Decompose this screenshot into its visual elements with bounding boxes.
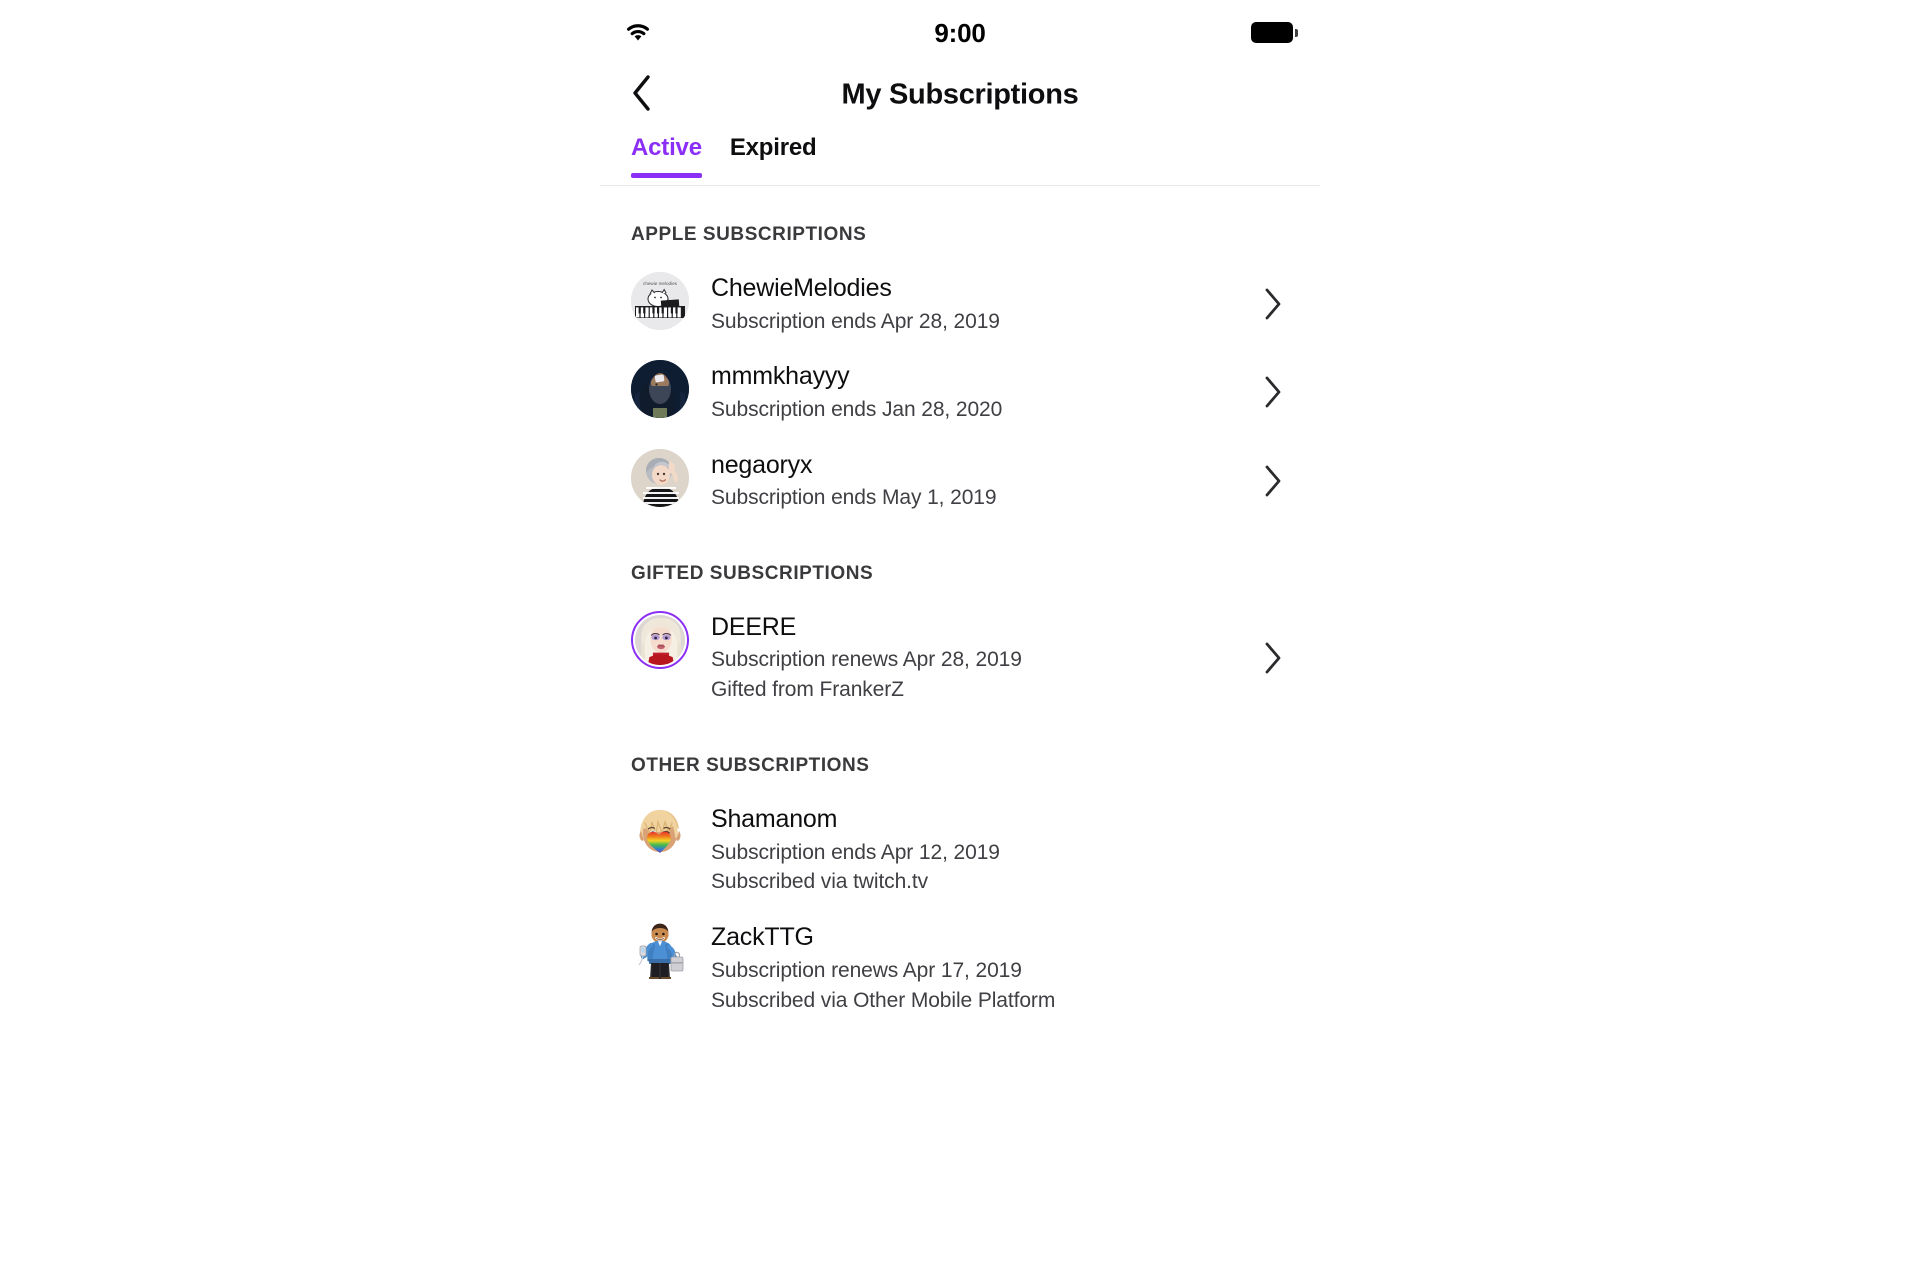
subscription-source: Subscribed via Other Mobile Platform xyxy=(711,988,1056,1012)
subscription-row[interactable]: mmmkhayyy Subscription ends Jan 28, 2020 xyxy=(600,348,1320,436)
subscription-source: Subscribed via twitch.tv xyxy=(711,870,929,894)
avatar xyxy=(631,803,689,861)
chevron-right-icon[interactable] xyxy=(1260,374,1286,410)
subscription-row: ZackTTG Subscription renews Apr 17, 2019… xyxy=(600,909,1320,1027)
subscription-info: ChewieMelodies Subscription ends Apr 28,… xyxy=(711,272,1250,336)
status-time: 9:00 xyxy=(934,18,986,48)
section-header-apple: APPLE SUBSCRIPTIONS xyxy=(631,224,867,245)
avatar xyxy=(631,921,689,980)
channel-name: ZackTTG xyxy=(711,923,814,952)
svg-text:chewie melodies: chewie melodies xyxy=(643,281,678,286)
tab-active[interactable]: Active xyxy=(631,128,702,178)
app-screen: 9:00 My Subscriptions Active Expired APP… xyxy=(600,0,1320,1280)
chevron-right-icon[interactable] xyxy=(1260,286,1286,322)
subscription-status: Subscription ends Jan 28, 2020 xyxy=(711,397,1003,421)
avatar xyxy=(631,360,689,419)
avatar: chewie melodies xyxy=(631,272,689,330)
chevron-right-icon[interactable] xyxy=(1260,640,1286,676)
subscription-info: DEERE Subscription renews Apr 28, 2019 G… xyxy=(711,611,1250,705)
page-title: My Subscriptions xyxy=(841,78,1079,111)
channel-name: ChewieMelodies xyxy=(711,274,892,302)
subscription-info: mmmkhayyy Subscription ends Jan 28, 2020 xyxy=(711,360,1250,424)
live-ring xyxy=(631,610,689,669)
channel-name: negaoryx xyxy=(711,450,813,479)
status-bar: 9:00 xyxy=(600,0,1320,62)
subscription-row[interactable]: negaoryx Subscription ends May 1, 2019 xyxy=(600,437,1320,525)
nav-header: My Subscriptions xyxy=(600,62,1320,128)
tab-bar: Active Expired xyxy=(600,128,1320,185)
subscription-info: ZackTTG Subscription renews Apr 17, 2019… xyxy=(711,921,1250,1015)
gifted-from: Gifted from FrankerZ xyxy=(711,678,904,702)
avatar xyxy=(631,448,689,507)
subscription-status: Subscription renews Apr 17, 2019 xyxy=(711,958,1022,982)
section-header-gifted: GIFTED SUBSCRIPTIONS xyxy=(631,562,874,584)
subscription-status: Subscription ends Apr 12, 2019 xyxy=(711,840,1000,864)
channel-name: mmmkhayyy xyxy=(711,362,850,391)
tab-expired[interactable]: Expired xyxy=(730,128,817,178)
subscription-row[interactable]: chewie melodies ChewieMelodies Subscript… xyxy=(600,260,1320,348)
battery-full-icon xyxy=(1251,22,1298,43)
subscription-status: Subscription ends Apr 28, 2019 xyxy=(711,309,1000,333)
chevron-right-icon[interactable] xyxy=(1260,463,1286,499)
subscription-info: Shamanom Subscription ends Apr 12, 2019 … xyxy=(711,803,1250,897)
subscription-row[interactable]: DEERE Subscription renews Apr 28, 2019 G… xyxy=(600,599,1320,717)
avatar xyxy=(631,610,689,669)
subscription-row: Shamanom Subscription ends Apr 12, 2019 … xyxy=(600,791,1320,909)
subscription-info: negaoryx Subscription ends May 1, 2019 xyxy=(711,449,1250,513)
subscription-status: Subscription renews Apr 28, 2019 xyxy=(711,648,1022,672)
channel-name: Shamanom xyxy=(711,805,838,834)
channel-name: DEERE xyxy=(711,612,797,641)
subscription-status: Subscription ends May 1, 2019 xyxy=(711,486,997,510)
subscriptions-list: APPLE SUBSCRIPTIONS chewie melodies Chew… xyxy=(600,186,1320,1047)
section-header-other: OTHER SUBSCRIPTIONS xyxy=(631,755,870,777)
